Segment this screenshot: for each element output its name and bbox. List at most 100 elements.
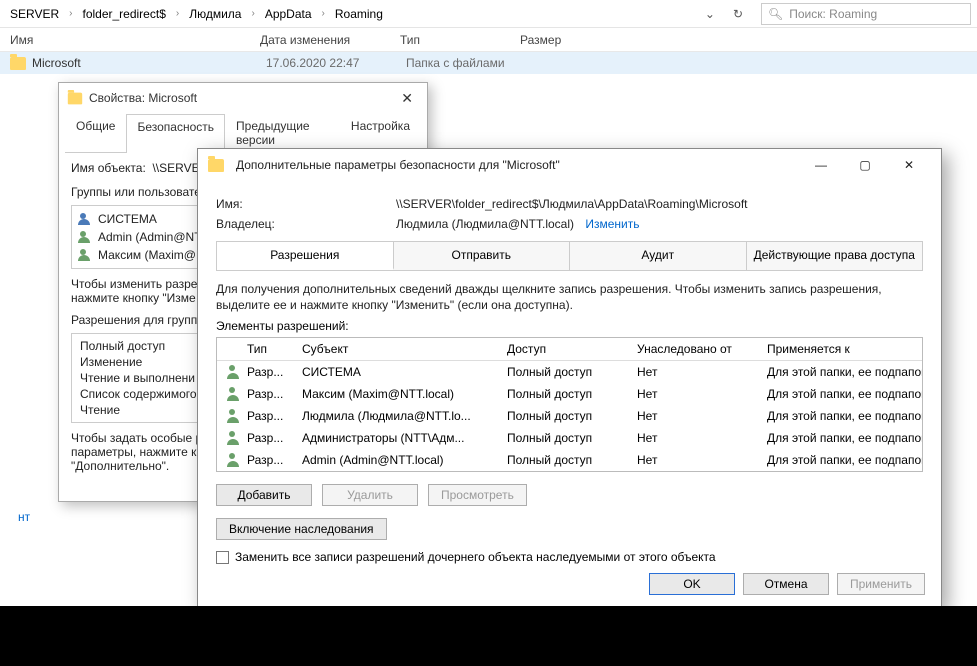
dialog-titlebar[interactable]: Дополнительные параметры безопасности дл…	[198, 149, 941, 181]
help-text: Для получения дополнительных сведений дв…	[216, 281, 923, 313]
table-header: Тип Субъект Доступ Унаследовано от Приме…	[217, 338, 922, 361]
replace-child-permissions-checkbox[interactable]: Заменить все записи разрешений дочернего…	[216, 550, 923, 564]
tab-permissions[interactable]: Разрешения	[217, 242, 394, 270]
maximize-button[interactable]: ▢	[843, 151, 887, 179]
file-name: Microsoft	[32, 56, 266, 70]
table-row[interactable]: Разр...Admin (Admin@NTT.local)Полный дос…	[217, 449, 922, 471]
permissions-table: Тип Субъект Доступ Унаследовано от Приме…	[216, 337, 923, 472]
cell-inherited: Нет	[631, 449, 761, 471]
cell-subject: СИСТЕМА	[296, 361, 501, 383]
tab-customize[interactable]: Настройка	[340, 113, 421, 152]
chevron-right-icon: ›	[63, 8, 78, 19]
cell-access: Полный доступ	[501, 361, 631, 383]
cell-subject: Admin (Admin@NTT.local)	[296, 449, 501, 471]
breadcrumb-seg[interactable]: AppData	[261, 7, 316, 21]
tab-share[interactable]: Отправить	[394, 242, 571, 270]
file-type: Папка с файлами	[406, 56, 526, 70]
chevron-right-icon: ›	[316, 8, 331, 19]
table-row[interactable]: Разр...Администраторы (NTT\Адм...Полный …	[217, 427, 922, 449]
col-access[interactable]: Доступ	[501, 338, 631, 360]
cell-applies: Для этой папки, ее подпапок ...	[761, 449, 922, 471]
user-icon	[78, 249, 92, 261]
folder-icon	[68, 92, 82, 104]
col-type[interactable]: Тип	[400, 33, 520, 47]
name-value: \\SERVER\folder_redirect$\Людмила\AppDat…	[396, 197, 748, 211]
search-input[interactable]: 🔍︎ Поиск: Roaming	[761, 3, 971, 25]
breadcrumb-seg[interactable]: Roaming	[331, 7, 387, 21]
chevron-right-icon: ›	[170, 8, 185, 19]
add-button[interactable]: Добавить	[216, 484, 312, 506]
cell-inherited: Нет	[631, 361, 761, 383]
name-label: Имя:	[216, 197, 396, 211]
cancel-button[interactable]: Отмена	[743, 573, 829, 595]
tab-previous-versions[interactable]: Предыдущие версии	[225, 113, 340, 152]
cell-subject: Администраторы (NTT\Адм...	[296, 427, 501, 449]
view-button[interactable]: Просмотреть	[428, 484, 527, 506]
cell-applies: Для этой папки, ее подпапок ...	[761, 361, 922, 383]
cell-subject: Людмила (Людмила@NTT.lo...	[296, 405, 501, 427]
col-date[interactable]: Дата изменения	[260, 33, 400, 47]
cell-type: Разр...	[241, 383, 296, 405]
breadcrumb-seg[interactable]: Людмила	[185, 7, 245, 21]
chevron-right-icon: ›	[245, 8, 260, 19]
cell-type: Разр...	[241, 405, 296, 427]
tabs: Разрешения Отправить Аудит Действующие п…	[216, 241, 923, 271]
dialog-title: Дополнительные параметры безопасности дл…	[236, 158, 560, 172]
cell-type: Разр...	[241, 449, 296, 471]
enable-inheritance-button[interactable]: Включение наследования	[216, 518, 387, 540]
table-row[interactable]: Разр...Максим (Maxim@NTT.local)Полный до…	[217, 383, 922, 405]
tab-effective-access[interactable]: Действующие права доступа	[747, 242, 923, 270]
col-size[interactable]: Размер	[520, 33, 600, 47]
chevron-down-icon[interactable]: ⌄	[697, 7, 723, 21]
folder-icon	[208, 159, 224, 172]
col-name[interactable]: Имя	[10, 33, 260, 47]
cell-access: Полный доступ	[501, 405, 631, 427]
col-subject[interactable]: Субъект	[296, 338, 501, 360]
object-name-label: Имя объекта:	[71, 161, 146, 175]
cell-applies: Для этой папки, ее подпапок ...	[761, 405, 922, 427]
cell-access: Полный доступ	[501, 427, 631, 449]
ok-button[interactable]: OK	[649, 573, 735, 595]
tabs: Общие Безопасность Предыдущие версии Нас…	[65, 113, 421, 153]
tab-audit[interactable]: Аудит	[570, 242, 747, 270]
dialog-title: Свойства: Microsoft	[89, 91, 197, 105]
cell-inherited: Нет	[631, 383, 761, 405]
checkbox-icon	[216, 551, 229, 564]
dialog-titlebar[interactable]: Свойства: Microsoft ✕	[59, 83, 427, 113]
search-placeholder: Поиск: Roaming	[789, 7, 877, 21]
cell-type: Разр...	[241, 427, 296, 449]
apply-button[interactable]: Применить	[837, 573, 925, 595]
remove-button[interactable]: Удалить	[322, 484, 418, 506]
user-icon	[78, 231, 92, 243]
refresh-icon[interactable]: ↻	[723, 7, 753, 21]
table-row[interactable]: Разр...СИСТЕМАПолный доступНетДля этой п…	[217, 361, 922, 383]
group-icon	[78, 213, 92, 225]
owner-value: Людмила (Людмила@NTT.local)	[396, 217, 574, 231]
cell-subject: Максим (Maxim@NTT.local)	[296, 383, 501, 405]
cell-type: Разр...	[241, 361, 296, 383]
close-button[interactable]: ✕	[887, 151, 931, 179]
tab-general[interactable]: Общие	[65, 113, 126, 152]
cell-access: Полный доступ	[501, 449, 631, 471]
cell-applies: Для этой папки, ее подпапок ...	[761, 427, 922, 449]
checkbox-label: Заменить все записи разрешений дочернего…	[235, 550, 716, 564]
cell-access: Полный доступ	[501, 383, 631, 405]
minimize-button[interactable]: —	[799, 151, 843, 179]
file-date: 17.06.2020 22:47	[266, 56, 406, 70]
file-row[interactable]: Microsoft 17.06.2020 22:47 Папка с файла…	[0, 52, 977, 74]
breadcrumb-seg[interactable]: folder_redirect$	[78, 7, 169, 21]
close-icon[interactable]: ✕	[395, 90, 419, 107]
cell-inherited: Нет	[631, 427, 761, 449]
col-inherited[interactable]: Унаследовано от	[631, 338, 761, 360]
table-row[interactable]: Разр...Людмила (Людмила@NTT.lo...Полный …	[217, 405, 922, 427]
nav-link[interactable]: нт	[18, 510, 30, 524]
cell-inherited: Нет	[631, 405, 761, 427]
col-applies[interactable]: Применяется к	[761, 338, 922, 360]
breadcrumb-seg[interactable]: SERVER	[6, 7, 63, 21]
col-type[interactable]: Тип	[241, 338, 296, 360]
breadcrumb: SERVER› folder_redirect$› Людмила› AppDa…	[0, 0, 977, 28]
change-owner-link[interactable]: Изменить	[585, 217, 639, 231]
column-headers: Имя Дата изменения Тип Размер	[0, 28, 977, 52]
advanced-security-dialog: Дополнительные параметры безопасности дл…	[197, 148, 942, 608]
taskbar-area	[0, 606, 977, 666]
